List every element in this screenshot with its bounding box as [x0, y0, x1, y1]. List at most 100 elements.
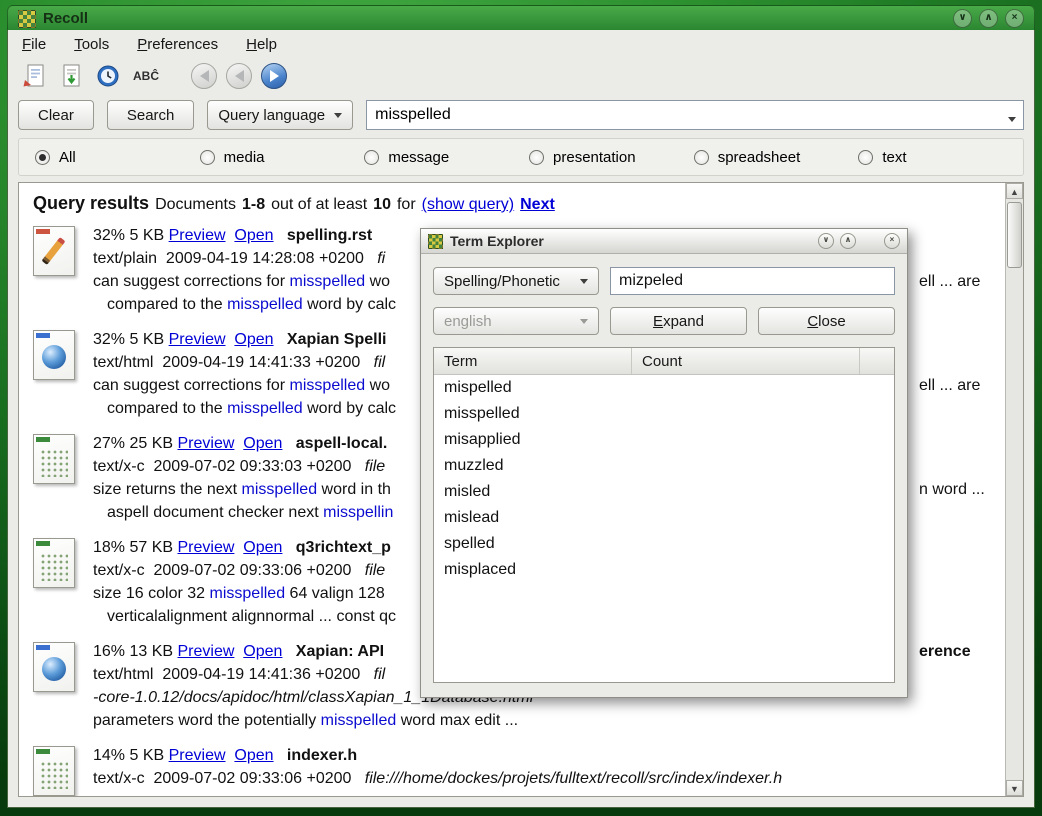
link-preview[interactable]: Preview [178, 435, 235, 452]
text-file-icon [33, 226, 75, 276]
menu-preferences[interactable]: Preferences [137, 36, 218, 53]
text-segment: fi [377, 250, 385, 267]
link-open[interactable]: Open [234, 331, 273, 348]
text-segment: 18% 57 KB [93, 539, 178, 556]
text-segment [274, 331, 287, 348]
scroll-up-button[interactable]: ▲ [1006, 183, 1023, 199]
clear-search-icon [22, 63, 47, 89]
filter-spreadsheet[interactable]: spreadsheet [694, 149, 859, 166]
query-language-label: Query language [218, 107, 325, 124]
term-row[interactable]: misplaced [434, 557, 894, 583]
link-open[interactable]: Open [243, 435, 282, 452]
text-segment: verticalalignment alignnormal ... const … [107, 608, 396, 625]
menu-file[interactable]: File [22, 36, 46, 53]
expand-button[interactable]: Expand [610, 307, 747, 335]
radio-icon [364, 150, 379, 165]
next-page-link[interactable]: Next [520, 196, 555, 213]
shade-button[interactable]: ∨ [953, 9, 972, 28]
summary-outof: out of at least [271, 196, 367, 213]
menu-tools[interactable]: Tools [74, 36, 109, 53]
text-segment: wo [365, 377, 390, 394]
filter-media[interactable]: media [200, 149, 365, 166]
clear-button[interactable]: Clear [18, 100, 94, 130]
term-explorer-tool-button[interactable]: ABĈ [131, 62, 161, 90]
filter-bar: All media messagepresentationspreadsheette… [18, 138, 1024, 176]
first-page-button[interactable] [191, 63, 217, 89]
dialog-unshade-button[interactable]: ∧ [840, 233, 856, 249]
term-row[interactable]: misspelled [434, 401, 894, 427]
column-header-term[interactable]: Term [434, 348, 632, 374]
link-preview[interactable]: Preview [169, 331, 226, 348]
text-segment: Xapian: API [296, 643, 389, 660]
filter-text[interactable]: text [858, 149, 1023, 166]
src-file-icon [33, 434, 75, 484]
text-segment: word max edit ... [396, 712, 518, 729]
scroll-down-button[interactable]: ▼ [1006, 780, 1023, 796]
menu-help[interactable]: Help [246, 36, 277, 53]
link-preview[interactable]: Preview [169, 747, 226, 764]
unshade-button[interactable]: ∧ [979, 9, 998, 28]
link-open[interactable]: Open [234, 747, 273, 764]
text-segment: word by calc [303, 400, 396, 417]
close-button[interactable]: × [1005, 9, 1024, 28]
text-segment: size 16 color 32 [93, 585, 210, 602]
radio-icon [529, 150, 544, 165]
link-preview[interactable]: Preview [178, 539, 235, 556]
dialog-close-button[interactable]: × [884, 233, 900, 249]
term-row[interactable]: misapplied [434, 427, 894, 453]
update-index-icon [59, 63, 84, 89]
term-cell: mispelled [444, 379, 512, 397]
next-page-button[interactable] [261, 63, 287, 89]
filter-presentation[interactable]: presentation [529, 149, 694, 166]
link-preview[interactable]: Preview [169, 227, 226, 244]
term-explorer-input[interactable] [610, 267, 895, 295]
scrollbar-thumb[interactable] [1007, 202, 1022, 268]
text-segment: text/x-c 2009-07-02 09:33:03 +0200 [93, 458, 365, 475]
term-explorer-titlebar[interactable]: Term Explorer ∨ ∧ × [421, 229, 907, 254]
summary-for: for [397, 196, 416, 213]
text-segment: wo [365, 273, 390, 290]
titlebar[interactable]: Recoll ∨ ∧ × [7, 5, 1035, 31]
chevron-down-icon [580, 279, 588, 288]
window-controls: ∨ ∧ × [953, 9, 1024, 28]
filter-all[interactable]: All [35, 149, 200, 166]
link-open[interactable]: Open [243, 643, 282, 660]
text-segment: text/html 2009-04-19 14:41:36 +0200 [93, 666, 374, 683]
query-language-combo[interactable]: Query language [207, 100, 353, 130]
dialog-shade-button[interactable]: ∨ [818, 233, 834, 249]
close-dialog-button[interactable]: Close [758, 307, 895, 335]
chevron-down-icon[interactable] [1008, 117, 1016, 126]
dialog-window-controls: ∨ ∧ × [818, 233, 900, 249]
term-row[interactable]: mislead [434, 505, 894, 531]
radio-icon [858, 150, 873, 165]
prev-page-button[interactable] [226, 63, 252, 89]
menubar: File Tools Preferences Help [8, 30, 1034, 58]
search-button[interactable]: Search [107, 100, 195, 130]
history-tool-button[interactable] [94, 62, 122, 90]
column-header-count[interactable]: Count [632, 348, 860, 374]
html-file-icon [33, 330, 75, 380]
search-query-input[interactable]: misspelled [366, 100, 1024, 130]
src-file-icon [33, 746, 75, 796]
term-row[interactable]: mispelled [434, 375, 894, 401]
update-index-tool-button[interactable] [57, 62, 85, 90]
link-open[interactable]: Open [243, 539, 282, 556]
clear-search-tool-button[interactable] [20, 62, 48, 90]
filter-label: media [224, 149, 265, 166]
expansion-mode-combo[interactable]: Spelling/Phonetic [433, 267, 599, 295]
term-row[interactable]: muzzled [434, 453, 894, 479]
snippet-fragment: ell ... are [919, 374, 980, 397]
text-segment: can suggest corrections for [93, 273, 290, 290]
filter-message[interactable]: message [364, 149, 529, 166]
language-combo[interactable]: english [433, 307, 599, 335]
results-scrollbar[interactable]: ▲ ▼ [1005, 183, 1023, 796]
term-row[interactable]: spelled [434, 531, 894, 557]
summary-documents: Documents [155, 196, 236, 213]
chevron-down-icon [334, 113, 342, 122]
link-open[interactable]: Open [234, 227, 273, 244]
text-segment: misspelled [242, 481, 318, 498]
link-preview[interactable]: Preview [178, 643, 235, 660]
show-query-link[interactable]: (show query) [422, 196, 514, 213]
term-row[interactable]: misled [434, 479, 894, 505]
expansion-mode-value: Spelling/Phonetic [444, 273, 560, 290]
